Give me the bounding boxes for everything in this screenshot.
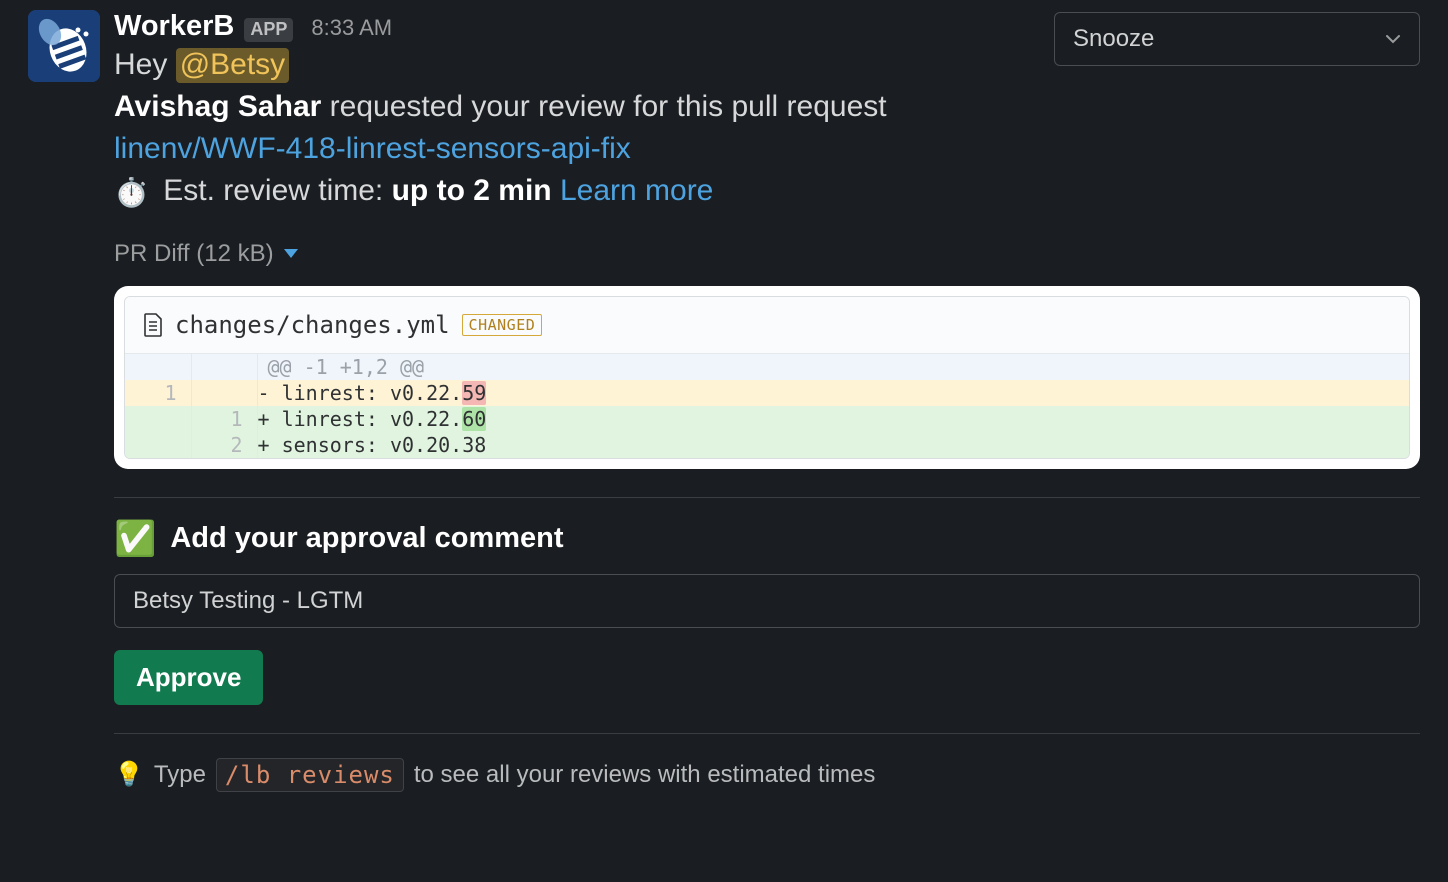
diff-text: linrest: v0.22. <box>282 407 463 431</box>
new-line-num: 2 <box>191 432 257 458</box>
old-line-num <box>125 432 191 458</box>
review-time-label: Est. review time: <box>163 174 391 207</box>
diff-filename: changes/changes.yml <box>175 311 450 339</box>
diff-line-added: 1 + linrest: v0.22.60 <box>125 406 1409 432</box>
diff-added-highlight: 60 <box>462 407 486 431</box>
diff-toggle[interactable]: PR Diff (12 kB) <box>114 240 1420 268</box>
footer-prefix: Type <box>154 761 206 789</box>
diff-removed-highlight: 59 <box>462 381 486 405</box>
diff-toggle-label: PR Diff (12 kB) <box>114 240 274 268</box>
diff-sign: - <box>258 381 282 405</box>
bulb-icon: 💡 <box>114 760 144 789</box>
approval-section-title: ✅ Add your approval comment <box>114 522 1420 556</box>
new-line-num <box>191 380 257 406</box>
sender-name[interactable]: WorkerB <box>114 10 234 43</box>
divider <box>114 733 1420 734</box>
footer-hint: 💡 Type /lb reviews to see all your revie… <box>114 758 1420 792</box>
new-line-num: 1 <box>191 406 257 432</box>
message-timestamp[interactable]: 8:33 AM <box>311 15 392 41</box>
message-header: WorkerB APP 8:33 AM <box>114 10 392 43</box>
approval-title-text: Add your approval comment <box>170 522 563 555</box>
check-icon: ✅ <box>114 522 156 556</box>
diff-table: @@ -1 +1,2 @@ 1 - linrest: v0.22.59 1 + … <box>125 354 1409 458</box>
approval-comment-input[interactable]: Betsy Testing - LGTM <box>114 574 1420 628</box>
caret-down-icon <box>284 249 298 258</box>
app-badge: APP <box>244 18 293 42</box>
slack-message: WorkerB APP 8:33 AM Hey @Betsy Snooze Av… <box>0 10 1448 792</box>
sender-avatar[interactable] <box>28 10 100 82</box>
snooze-label: Snooze <box>1073 25 1154 53</box>
diff-hunk-text: @@ -1 +1,2 @@ <box>257 354 1409 380</box>
stopwatch-icon: ⏱️ <box>114 177 149 208</box>
chevron-down-icon <box>1385 31 1401 47</box>
diff-file-header: changes/changes.yml CHANGED <box>125 297 1409 354</box>
diff-text: linrest: v0.22. <box>282 381 463 405</box>
old-line-num: 1 <box>125 380 191 406</box>
pr-link[interactable]: linenv/WWF-418-linrest-sensors-api-fix <box>114 132 631 165</box>
footer-suffix: to see all your reviews with estimated t… <box>414 761 876 789</box>
approval-comment-value: Betsy Testing - LGTM <box>133 587 363 615</box>
request-line: Avishag Sahar requested your review for … <box>114 86 1420 128</box>
requester-name[interactable]: Avishag Sahar <box>114 90 321 123</box>
file-icon <box>143 313 163 337</box>
request-suffix: requested your review for this pull requ… <box>321 90 886 123</box>
divider <box>114 497 1420 498</box>
diff-sign: + <box>258 407 282 431</box>
learn-more-link[interactable]: Learn more <box>560 174 713 207</box>
snooze-dropdown[interactable]: Snooze <box>1054 12 1420 66</box>
diff-sign: + <box>258 433 282 457</box>
review-time-value: up to 2 min <box>392 174 552 207</box>
greeting-prefix: Hey <box>114 48 176 81</box>
user-mention[interactable]: @Betsy <box>176 48 289 83</box>
diff-text: sensors: v0.20.38 <box>282 433 487 457</box>
old-line-num <box>125 406 191 432</box>
diff-line-removed: 1 - linrest: v0.22.59 <box>125 380 1409 406</box>
review-time-line: ⏱️ Est. review time: up to 2 min Learn m… <box>114 170 1420 212</box>
diff-hunk-row: @@ -1 +1,2 @@ <box>125 354 1409 380</box>
approve-button[interactable]: Approve <box>114 650 263 705</box>
slash-command: /lb reviews <box>216 758 404 792</box>
bee-icon <box>28 10 100 82</box>
greeting-line: Hey @Betsy <box>114 45 392 86</box>
diff-line-added: 2 + sensors: v0.20.38 <box>125 432 1409 458</box>
changed-badge: CHANGED <box>462 314 543 336</box>
diff-attachment: changes/changes.yml CHANGED @@ -1 +1,2 @… <box>114 286 1420 469</box>
